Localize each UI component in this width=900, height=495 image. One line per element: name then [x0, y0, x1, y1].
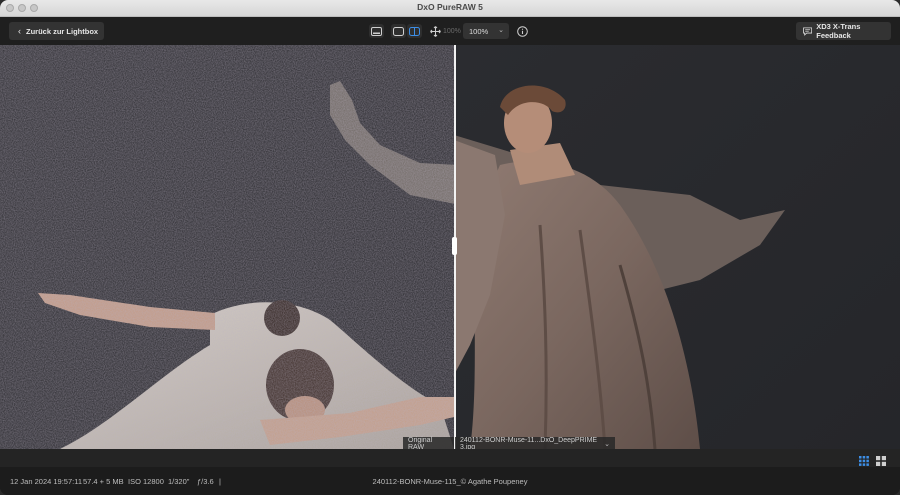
toolbar: ‹ Zurück zur Lightbox 100% 100% ⌄ XD3 X-…	[0, 17, 900, 45]
chevron-down-icon: ⌄	[498, 27, 504, 34]
filmstrip-toggle-button[interactable]	[369, 24, 384, 38]
grid-small-icon	[859, 456, 869, 466]
split-view-icon	[409, 26, 420, 36]
grid-large-icon	[876, 456, 886, 466]
info-icon	[517, 25, 528, 37]
single-view-icon	[393, 26, 404, 36]
status-bar: 12 Jan 2024 19:57:11 57.4 + 5 MB ISO 128…	[0, 467, 900, 495]
zoom-fit-value: 100%	[443, 28, 461, 35]
zoom-select[interactable]: 100% ⌄	[463, 23, 509, 39]
app-window: DxO PureRAW 5 ‹ Zurück zur Lightbox 100%…	[0, 0, 900, 495]
output-file-label-text: 240112-BONR-Muse-11...DxO_DeepPRIME 3.jp…	[460, 436, 598, 450]
move-icon	[430, 25, 441, 37]
feedback-button[interactable]: XD3 X-Trans Feedback	[796, 22, 891, 40]
output-file-select[interactable]: 240112-BONR-Muse-11...DxO_DeepPRIME 3.jp…	[455, 437, 615, 449]
compare-split-handle[interactable]	[452, 237, 457, 255]
info-button[interactable]	[515, 24, 530, 38]
image-viewer[interactable]: Original RAW 240112-BONR-Muse-11...DxO_D…	[0, 45, 900, 449]
window-title: DxO PureRAW 5	[417, 2, 483, 12]
chevron-down-icon: ⌄	[604, 440, 610, 448]
original-raw-label: Original RAW	[403, 437, 454, 449]
zoom-select-value: 100%	[469, 26, 489, 36]
photo-canvas	[0, 45, 900, 449]
pan-tool-button[interactable]	[428, 24, 443, 38]
chat-bubble-icon	[803, 26, 813, 36]
chevron-left-icon: ‹	[18, 26, 21, 36]
image-caption: 240112-BONR-Muse-115_© Agathe Poupeney	[372, 477, 528, 486]
title-bar: DxO PureRAW 5	[0, 0, 900, 17]
single-view-button[interactable]	[391, 24, 406, 38]
back-button-label: Zurück zur Lightbox	[26, 26, 99, 36]
split-view-button[interactable]	[407, 24, 422, 38]
feedback-button-label: XD3 X-Trans Feedback	[816, 22, 861, 40]
filmstrip-icon	[371, 26, 382, 36]
original-raw-label-text: Original RAW	[408, 436, 433, 450]
back-to-lightbox-button[interactable]: ‹ Zurück zur Lightbox	[9, 22, 104, 40]
filmstrip-bar	[0, 449, 900, 467]
